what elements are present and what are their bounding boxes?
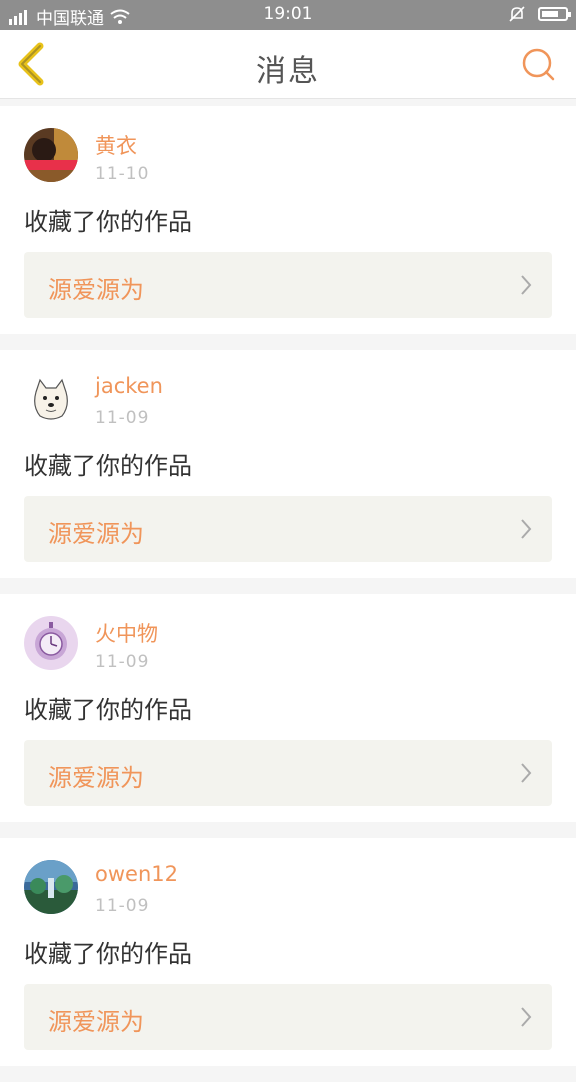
message-date: 11-09 (95, 652, 150, 672)
work-title: 源爱源为 (48, 764, 144, 792)
work-link[interactable]: 源爱源为 (24, 252, 552, 318)
message-card: 黄衣 11-10 收藏了你的作品 源爱源为 (0, 106, 576, 334)
avatar[interactable] (24, 372, 78, 426)
work-title: 源爱源为 (48, 276, 144, 304)
message-action: 收藏了你的作品 (24, 940, 192, 968)
message-action: 收藏了你的作品 (24, 452, 192, 480)
status-bar: 中国联通 19:01 (0, 0, 576, 30)
mute-icon (509, 6, 525, 22)
message-card: owen12 11-09 收藏了你的作品 源爱源为 (0, 838, 576, 1066)
sender-name[interactable]: owen12 (95, 862, 178, 886)
battery-icon (538, 7, 571, 21)
sender-name[interactable]: 黄衣 (95, 130, 137, 160)
avatar[interactable] (24, 616, 78, 670)
work-title: 源爱源为 (48, 520, 144, 548)
avatar[interactable] (24, 128, 78, 182)
work-link[interactable]: 源爱源为 (24, 740, 552, 806)
sender-name[interactable]: 火中物 (95, 618, 158, 648)
page-title: 消息 (256, 54, 320, 89)
status-right (508, 5, 571, 23)
message-date: 11-10 (95, 164, 150, 184)
chevron-right-icon (521, 1007, 532, 1027)
avatar[interactable] (24, 860, 78, 914)
work-title: 源爱源为 (48, 1008, 144, 1036)
chevron-right-icon (521, 519, 532, 539)
work-link[interactable]: 源爱源为 (24, 496, 552, 562)
work-link[interactable]: 源爱源为 (24, 984, 552, 1050)
message-card: 火中物 11-09 收藏了你的作品 源爱源为 (0, 594, 576, 822)
message-action: 收藏了你的作品 (24, 208, 192, 236)
message-date: 11-09 (95, 896, 150, 916)
chevron-right-icon (521, 763, 532, 783)
chevron-right-icon (521, 275, 532, 295)
message-action: 收藏了你的作品 (24, 696, 192, 724)
message-list: 黄衣 11-10 收藏了你的作品 源爱源为 jacken 11-09 收藏了你的… (0, 106, 576, 1082)
nav-bar: 消息 (0, 30, 576, 99)
sender-name[interactable]: jacken (95, 374, 163, 398)
message-card: jacken 11-09 收藏了你的作品 源爱源为 (0, 350, 576, 578)
search-icon[interactable] (520, 46, 556, 82)
message-date: 11-09 (95, 408, 150, 428)
status-time: 19:01 (263, 4, 313, 24)
